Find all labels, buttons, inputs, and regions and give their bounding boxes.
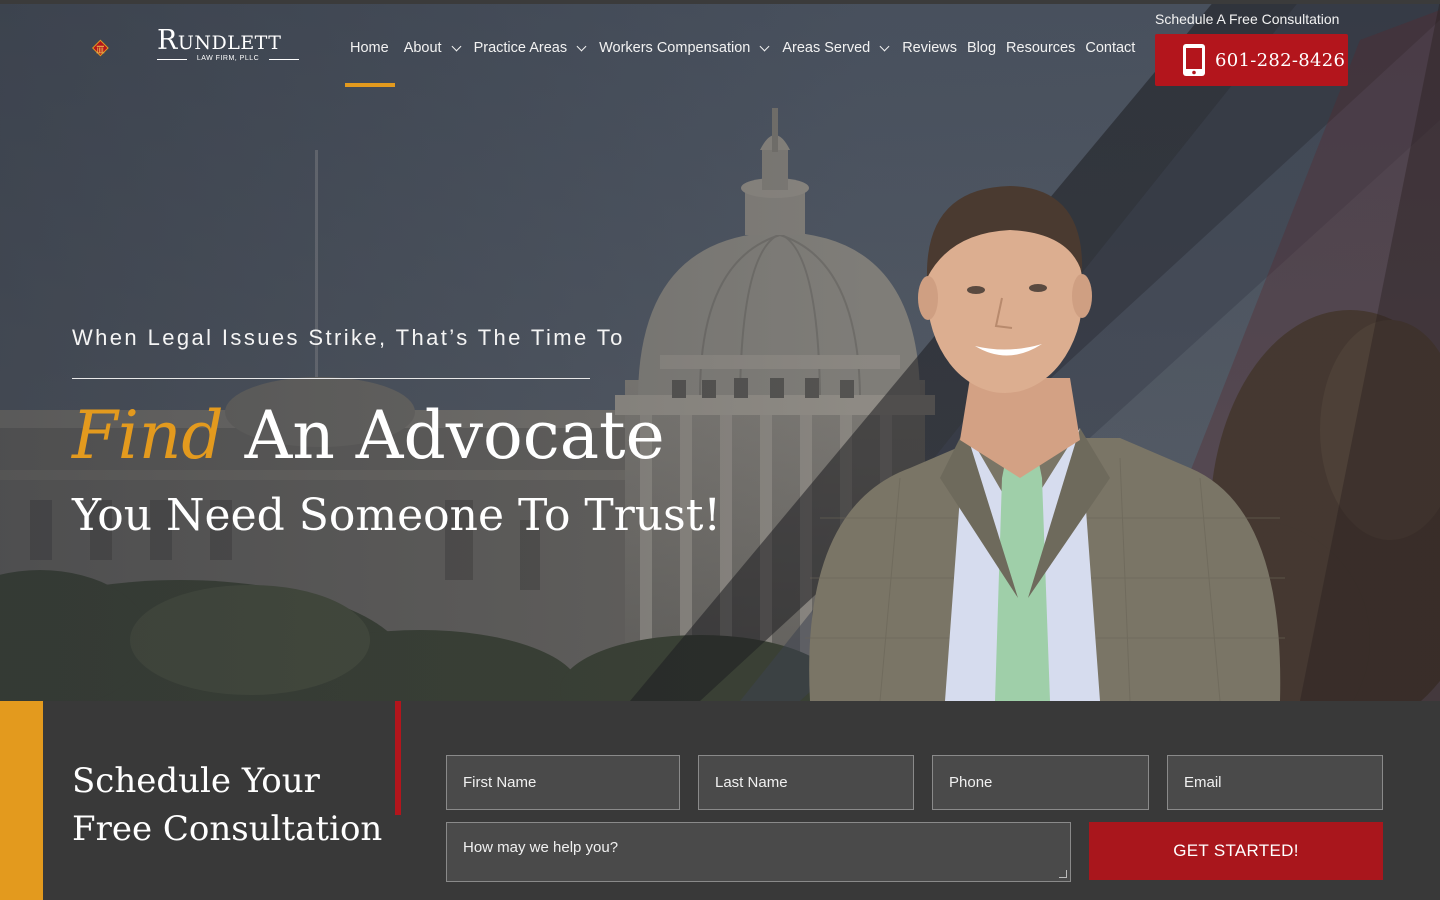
main-nav: Home About Practice Areas Workers Compen… xyxy=(345,36,1145,60)
phone-call-button[interactable]: 601-282-8426 xyxy=(1155,34,1348,86)
nav-item-about[interactable]: About xyxy=(404,40,464,56)
first-name-field[interactable]: First Name xyxy=(446,755,680,810)
nav-label: Contact xyxy=(1085,40,1136,56)
nav-item-home[interactable]: Home xyxy=(345,40,394,56)
nav-item-practice-areas[interactable]: Practice Areas xyxy=(474,40,590,56)
nav-label: About xyxy=(403,40,442,56)
chevron-down-icon xyxy=(451,41,462,52)
message-textarea[interactable]: How may we help you? xyxy=(446,822,1071,882)
nav-item-reviews[interactable]: Reviews xyxy=(902,40,957,56)
last-name-field[interactable]: Last Name xyxy=(698,755,914,810)
phone-field[interactable]: Phone xyxy=(932,755,1149,810)
nav-label: Practice Areas xyxy=(473,40,568,56)
message-placeholder: How may we help you? xyxy=(463,839,619,856)
headline-rest: An Advocate xyxy=(223,397,665,474)
gold-accent-strip xyxy=(0,701,43,900)
phone-number: 601-282-8426 xyxy=(1215,49,1346,71)
nav-item-workers-compensation[interactable]: Workers Compensation xyxy=(599,40,772,56)
email-placeholder: Email xyxy=(1184,774,1222,791)
attorney-portrait xyxy=(805,186,1285,701)
nav-item-resources[interactable]: Resources xyxy=(1006,40,1075,56)
nav-label: Resources xyxy=(1006,40,1076,56)
nav-item-areas-served[interactable]: Areas Served xyxy=(782,40,892,56)
logo-emblem-icon xyxy=(92,39,109,57)
chevron-down-icon xyxy=(576,41,587,52)
last-name-placeholder: Last Name xyxy=(715,774,788,791)
red-accent-rule xyxy=(395,701,401,815)
first-name-placeholder: First Name xyxy=(463,774,537,791)
tagline-divider xyxy=(72,378,590,379)
consultation-form-section: Schedule Your Free Consultation First Na… xyxy=(0,701,1440,900)
get-started-button[interactable]: GET STARTED! xyxy=(1089,822,1383,880)
hero-headline: Find An Advocate xyxy=(72,396,665,476)
mobile-phone-icon xyxy=(1183,44,1205,76)
consultation-title: Schedule Your Free Consultation xyxy=(72,761,383,849)
nav-label: Home xyxy=(350,40,389,56)
resize-handle-icon[interactable] xyxy=(1059,870,1067,878)
schedule-consultation-link[interactable]: Schedule A Free Consultation xyxy=(1155,11,1339,27)
hero-tagline: When Legal Issues Strike, That’s The Tim… xyxy=(72,325,625,350)
headline-accent: Find xyxy=(72,397,224,474)
nav-active-indicator xyxy=(345,83,395,87)
nav-label: Workers Compensation xyxy=(599,40,751,56)
nav-label: Reviews xyxy=(902,40,957,56)
chevron-down-icon xyxy=(759,41,770,52)
nav-label: Areas Served xyxy=(782,40,871,56)
top-border xyxy=(0,0,1440,4)
logo-name: Rundlett xyxy=(157,25,282,56)
nav-item-blog[interactable]: Blog xyxy=(967,40,996,56)
nav-label: Blog xyxy=(967,40,997,56)
phone-placeholder: Phone xyxy=(949,774,993,791)
chevron-down-icon xyxy=(879,41,890,52)
email-field[interactable]: Email xyxy=(1167,755,1383,810)
nav-item-contact[interactable]: Contact xyxy=(1085,40,1135,56)
hero-subheadline: You Need Someone To Trust! xyxy=(72,490,722,541)
logo-subtitle: LAW FIRM, PLLC xyxy=(157,55,299,62)
